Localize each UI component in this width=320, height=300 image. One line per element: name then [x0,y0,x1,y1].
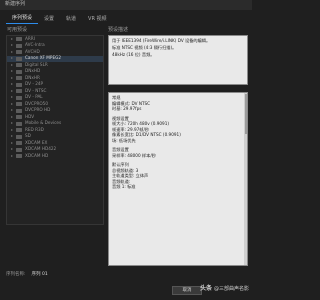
preset-folder-label: Mobile & Devices [25,120,62,126]
preset-folder-row[interactable]: ▸ XDCAM HD [7,153,103,160]
preset-folder-label: DV - NTSC [25,87,47,93]
folder-icon [16,43,22,48]
folder-icon [16,76,22,81]
description-line: 用于 IEEE1394 (FireWire/i.LINK) DV 设备的编辑。 [112,38,211,43]
details-line: 场: 低场优先 [112,137,136,143]
details-block: 默认序列 总视频轨道: 3 主轨道类型: 立体声 音频轨道: 音频 1: 标准 [112,162,244,190]
preset-folder-label: DVCPRO HD [25,107,51,113]
preset-folder-label: Canon XF MPEG2 [25,55,61,61]
preset-details-box: 常规 编辑模式: DV NTSC 时基: 29.97fps 视频设置 帧大小: 720h… [108,92,248,266]
preset-folder-label: DV - PAL [25,94,43,100]
details-block: 音频设置 采样率: 48000 样本/秒 [112,147,244,158]
folder-icon [16,63,22,68]
preset-folder-label: SD [25,133,31,139]
details-scrollbar[interactable] [244,93,247,265]
preset-folder-label: XDCAM EX [25,139,48,145]
folder-icon [16,154,22,159]
sequence-name-row: 序列名称: 序列 01 [6,271,246,278]
folder-icon [16,37,22,42]
tab-tracks[interactable]: 轨道 [60,15,82,24]
details-block: 常规 编辑模式: DV NTSC 时基: 29.97fps [112,95,244,112]
preset-folder-label: DV - 24P [25,81,44,87]
preset-folder-label: AVC-Intra [25,42,45,48]
description-line: 标准 NTSC 视频 (4:3 隔行扫描)。 [112,45,177,50]
watermark-brand: 头条 [200,285,213,292]
preset-folder-label: RED R3D [25,126,44,132]
folder-icon [16,108,22,113]
folder-icon [16,56,22,61]
preset-list[interactable]: ▸ ARRI ▸ AVC-Intra ▸ AVCHD ▸ Canon XF MPEG2 ▸ Dig… [6,35,104,225]
tab-vr-video[interactable]: VR 视频 [82,15,112,24]
preset-description-label: 预设描述 [108,27,129,33]
preset-folder-label: DNxHR [25,74,40,80]
preset-folder-label: DVCPRO50 [25,100,48,106]
folder-icon [16,82,22,87]
preset-folder-label: XDCAM HD [25,152,49,158]
preset-folder-label: AVCHD [25,48,40,54]
folder-icon [16,115,22,120]
folder-icon [16,141,22,146]
folder-icon [16,50,22,55]
watermark-text: @三部曲声名影 [214,285,250,292]
folder-icon [16,121,22,126]
folder-icon [16,147,22,152]
window-title-bar: 新建序列 [0,0,252,10]
tab-bar: 序列预设 设置 轨道 VR 视频 [0,15,252,24]
preset-folder-label: DNxHD [25,68,41,74]
folder-icon [16,95,22,100]
sequence-name-label: 序列名称: [6,271,26,277]
folder-icon [16,128,22,133]
folder-icon [16,69,22,74]
details-line: 时基: 29.97fps [112,106,142,111]
preset-folder-label: Digital SLR [25,61,48,67]
window-title: 新建序列 [5,1,26,8]
folder-icon [16,134,22,139]
sequence-name-input[interactable]: 序列 01 [32,272,48,277]
details-line: 音频 1: 标准 [112,184,136,189]
tab-settings[interactable]: 设置 [38,15,60,24]
preset-description-box: 用于 IEEE1394 (FireWire/i.LINK) DV 设备的编辑。标… [108,35,248,85]
description-line: 48kHz (16 位) 音频。 [112,52,155,57]
preset-folder-label: ARRI [25,35,35,41]
details-scrollbar-thumb[interactable] [244,94,247,134]
details-block: 视频设置 帧大小: 720h 480v (0.9091) 帧速率: 29.97帧/秒… [112,116,244,144]
preset-folder-label: XDCAM HD422 [25,146,57,152]
details-line: 采样率: 48000 样本/秒 [112,152,156,158]
folder-icon [16,89,22,94]
preset-folder-label: HDV [25,113,35,119]
tab-sequence-presets[interactable]: 序列预设 [6,14,39,24]
cancel-button[interactable]: 取消 [172,286,202,295]
available-presets-label: 可用预设 [7,27,28,33]
folder-icon [16,102,22,107]
watermark: 头条 @三部曲声名影 [200,285,250,293]
